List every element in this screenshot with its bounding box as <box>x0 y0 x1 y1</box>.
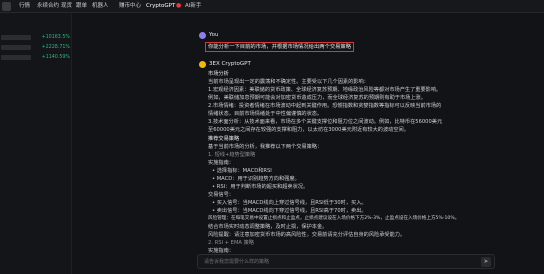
ticker-row[interactable]: +2228.71% <box>0 43 72 53</box>
nav-item-market[interactable]: 行情 <box>19 2 30 11</box>
answer-line: • 选择指标：MACD和RSI <box>212 168 272 174</box>
new-badge-icon: ● <box>176 2 182 9</box>
nav-item-copy-trading[interactable]: 跟单 <box>76 2 87 11</box>
chat-input[interactable] <box>204 258 464 266</box>
ticker-change: +1140.59% <box>41 55 70 60</box>
answer-line: 当前市场呈现出一定的震荡和不确定性。主要受以下几个因素的影响： <box>208 79 369 85</box>
answer-line: 结合市场实时动态调整策略，及时止损，保护本金。 <box>208 224 328 230</box>
logo[interactable] <box>2 2 11 11</box>
answer-line: 基于当前市场的分析，我推荐以下两个交易策略： <box>208 144 323 150</box>
answer-line: 3.技术面分析：从技术面来看，市场在多个关键支撑位和阻力位之间波动。例如，比特币… <box>208 119 443 125</box>
answer-line: 情绪状态，目前市场情绪处于中性偏谨慎的状态。 <box>208 111 323 117</box>
chat-area: You 你能分析一下目前的市场，并根据市场情况给出两个交易策略 3EX Cryp… <box>73 13 544 274</box>
answer-line: 例如，美联储加息预期可能会对加密货币造成压力，而全球经济复苏的预期则有助于市场上… <box>208 95 426 101</box>
strategy-heading: 推荐交易策略 <box>208 136 240 142</box>
answer-line: 风险管理：在每笔交易中设置止损点和止盈点，止损点建议设在入场价格下方2%-3%，… <box>208 216 460 221</box>
nav-item-spot[interactable]: 现货 <box>61 2 72 11</box>
ticker-row[interactable]: +1140.59% <box>0 53 72 63</box>
ticker-panel: +10163.5% +2228.71% +1140.59% <box>0 13 72 274</box>
nav-item-perpetual[interactable]: 永续合约 <box>37 2 59 11</box>
strategy-2-title: 2. RSI + EMA 策略 <box>208 240 254 246</box>
analysis-heading: 市场分析 <box>208 71 229 77</box>
ticker-change: +10163.5% <box>41 35 70 40</box>
ticker-row[interactable]: +10163.5% <box>0 33 72 43</box>
send-icon[interactable]: ➤ <box>481 257 491 267</box>
answer-line: 1.宏观经济因素：美联储的货币政策、全球经济复苏预期、地缘政治风险等都对市场产生… <box>208 87 442 93</box>
answer-line: 至60000美元之间存在较强的支撑和阻力，以太坊在3000美元附近有较大的波动空… <box>208 127 409 133</box>
ticker-symbol <box>1 55 31 60</box>
answer-line: • 买入信号：当MACD线向上穿过信号线，且RSI低于30时，买入。 <box>212 200 367 206</box>
answer-line: • MACD：用于识别趋势方向和强度。 <box>212 176 300 182</box>
answer-line: • RSI：用于判断市场的超买和超卖状况。 <box>212 184 309 190</box>
bot-name: 3EX CryptoGPT <box>209 61 251 67</box>
answer-line: 实施指南： <box>208 160 234 166</box>
nav-item-earn[interactable]: 赚币中心 <box>119 2 141 11</box>
strategy-1-title: 1. 短线+趋势型策略 <box>208 152 256 158</box>
nav-item-ai[interactable]: AI新手 <box>185 2 201 11</box>
user-name: You <box>209 32 219 38</box>
ticker-symbol <box>1 35 31 40</box>
answer-line: • 卖出信号：当MACD线向下穿过信号线，且RSI高于70时，卖出。 <box>212 208 367 214</box>
user-avatar <box>199 32 206 39</box>
answer-line: 交易信号： <box>208 192 234 198</box>
nav-item-bots[interactable]: 机器人 <box>92 2 109 11</box>
answer-line: 2.市场情绪：投资者情绪在市场波动中起到关键作用。恐慌指数和贪婪指数等指标可以反… <box>208 103 442 109</box>
top-nav-bar: 行情 永续合约 现货 跟单 机器人 赚币中心 CryptoGPT ● AI新手 <box>0 0 544 13</box>
bot-avatar <box>199 61 206 68</box>
nav-item-cryptogpt[interactable]: CryptoGPT <box>146 2 175 11</box>
ticker-change: +2228.71% <box>41 45 70 50</box>
ticker-symbol <box>1 45 31 50</box>
user-message: 你能分析一下目前的市场，并根据市场情况给出两个交易策略 <box>205 42 355 52</box>
answer-line: 风险提醒：请注意加密货币市场的高风险性，交易前请充分评估自身的风险承受能力。 <box>208 232 406 238</box>
chat-input-box[interactable]: ➤ <box>197 254 495 269</box>
